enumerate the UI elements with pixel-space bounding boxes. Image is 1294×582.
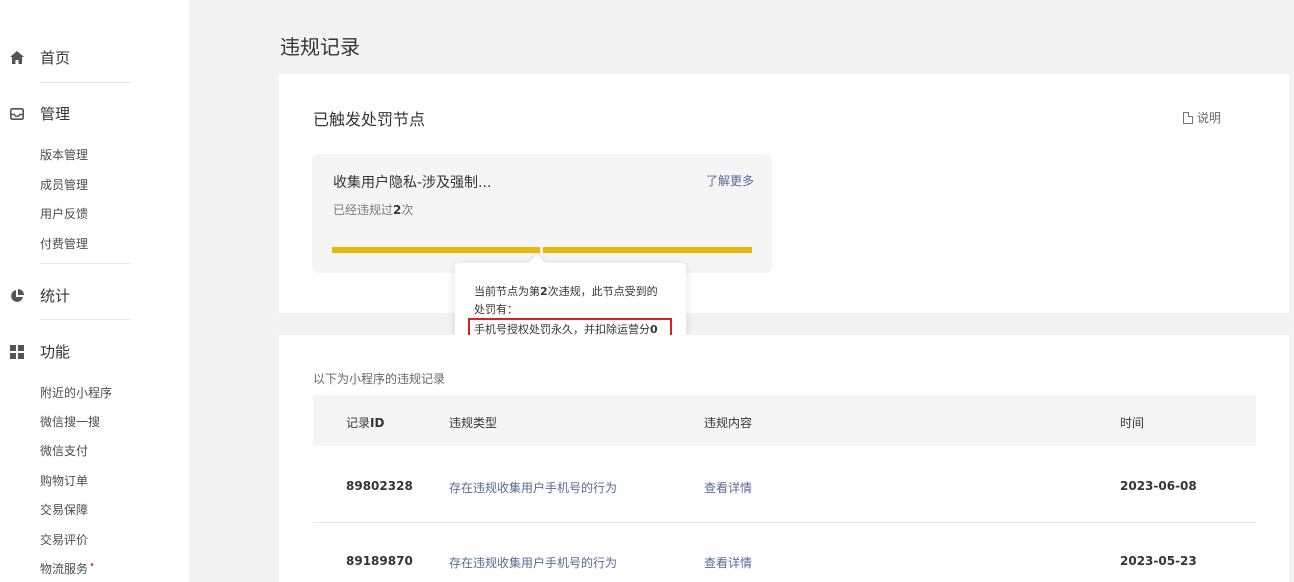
nav-version-manage[interactable]: 版本管理 [40,146,88,163]
nav-logistics-label: 物流服务 [40,562,89,576]
row-2-type-link[interactable]: 存在违规收集用户手机号的行为 [449,554,617,571]
count-suffix: 次 [401,203,414,217]
notification-dot: • [89,560,95,571]
divider [40,82,131,83]
nav-shopping-orders[interactable]: 购物订单 [40,472,88,489]
grid-icon [10,344,24,359]
tooltip-line-2: 处罚有： [474,303,518,316]
nav-wechat-pay[interactable]: 微信支付 [40,442,88,459]
row-divider [313,522,1256,523]
penalty-section-title: 已触发处罚节点 [313,110,426,129]
records-caption: 以下为小程序的违规记录 [313,372,446,386]
pie-chart-icon [10,288,24,303]
help-link[interactable]: 说明 [1183,109,1221,126]
tooltip-text: 当前节点为第 [474,285,540,298]
tooltip-line-1: 当前节点为第2次违规，此节点受到的 [474,284,658,300]
sidebar-divider [190,0,191,582]
nav-manage[interactable]: 管理 [10,103,70,124]
row-1-time: 2023-06-08 [1120,479,1197,493]
column-header-id-text: 记录 [346,416,371,430]
nav-user-feedback[interactable]: 用户反馈 [40,205,88,222]
progress-segment-1 [332,247,540,253]
nav-trade-review[interactable]: 交易评价 [40,531,88,548]
learn-more-link[interactable]: 了解更多 [706,172,754,189]
progress-segment-2 [543,247,752,253]
nav-features[interactable]: 功能 [10,341,70,362]
help-label: 说明 [1197,111,1222,125]
tooltip-text: 次违规，此节点受到的 [547,285,658,298]
nav-stats-label: 统计 [40,287,71,305]
nav-home-label: 首页 [40,49,71,67]
row-2-details-link[interactable]: 查看详情 [704,554,752,571]
nav-stats[interactable]: 统计 [10,285,70,306]
column-header-content: 违规内容 [704,416,753,430]
nav-trade-guarantee[interactable]: 交易保障 [40,501,88,518]
row-1-type-link[interactable]: 存在违规收集用户手机号的行为 [449,479,617,496]
divider [40,319,131,320]
penalty-node-name: 收集用户隐私-涉及强制... [333,175,492,191]
column-header-id-suffix: ID [370,416,385,430]
nav-logistics[interactable]: 物流服务• [40,560,95,577]
column-header-type: 违规类型 [449,416,498,430]
count-prefix: 已经违规过 [333,203,394,217]
row-1-details-link[interactable]: 查看详情 [704,479,752,496]
home-icon [10,51,24,65]
document-icon [1183,111,1193,124]
nav-nearby-miniprogram[interactable]: 附近的小程序 [40,384,112,401]
tooltip-number: 2 [540,285,548,298]
row-1-id: 89802328 [346,479,413,493]
violation-count: 已经违规过2次 [333,201,413,218]
inbox-icon [10,107,24,121]
row-2-time: 2023-05-23 [1120,554,1197,568]
nav-wechat-search[interactable]: 微信搜一搜 [40,413,100,430]
nav-manage-label: 管理 [40,105,71,123]
row-2-id: 89189870 [346,554,413,568]
nav-payment-manage[interactable]: 付费管理 [40,235,88,252]
column-header-time: 时间 [1120,416,1145,430]
nav-member-manage[interactable]: 成员管理 [40,176,88,193]
nav-home[interactable]: 首页 [10,47,70,68]
nav-features-label: 功能 [40,343,71,361]
column-header-id: 记录ID [346,414,384,431]
page-title: 违规记录 [280,35,360,59]
divider [40,263,131,264]
